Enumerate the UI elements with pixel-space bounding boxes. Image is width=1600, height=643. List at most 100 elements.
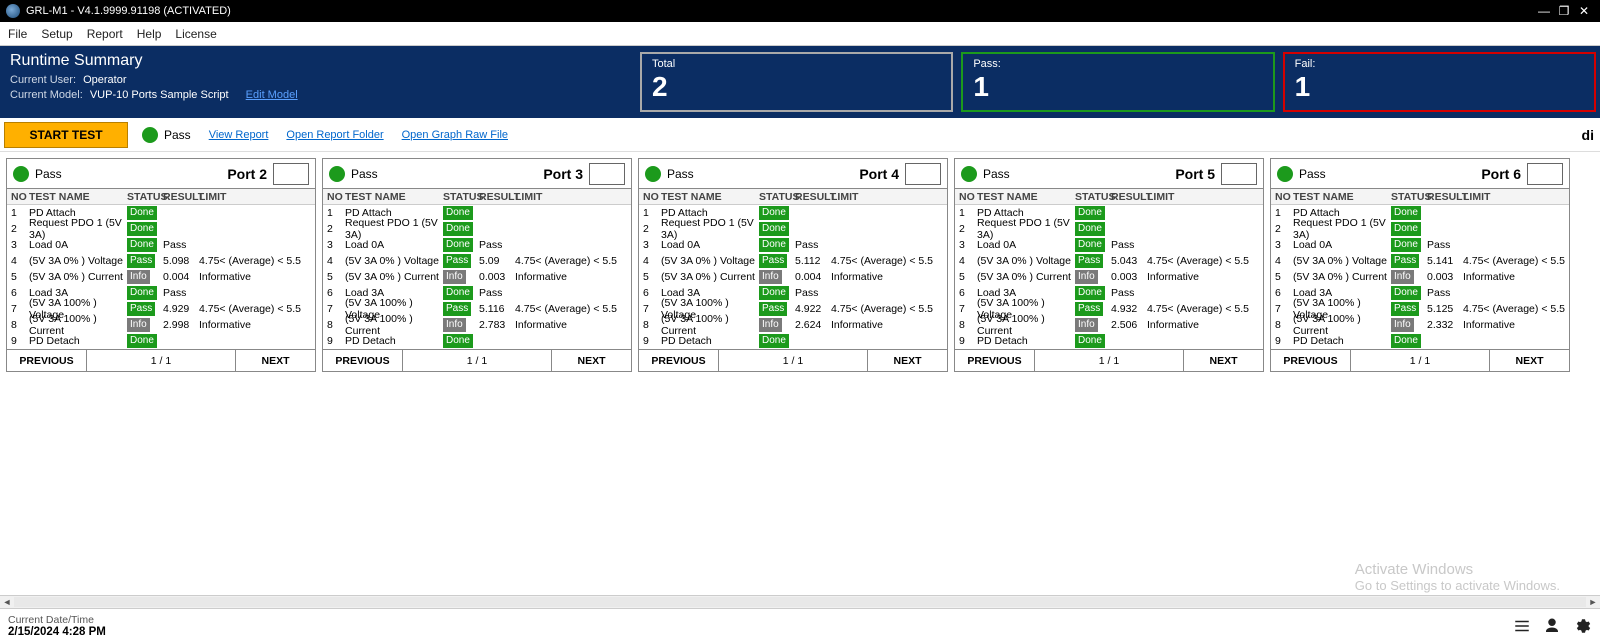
table-row[interactable]: 2Request PDO 1 (5V 3A)Done	[7, 221, 315, 237]
minimize-button[interactable]: —	[1534, 4, 1554, 18]
table-row[interactable]: 3Load 0ADonePass	[323, 237, 631, 253]
row-limit: 4.75< (Average) < 5.5	[1461, 255, 1567, 267]
row-no: 3	[641, 239, 659, 251]
prev-button[interactable]: PREVIOUS	[639, 350, 719, 371]
list-icon[interactable]	[1512, 616, 1532, 636]
table-row[interactable]: 8(5V 3A 100% ) CurrentInfo2.783Informati…	[323, 317, 631, 333]
row-result: 4.929	[161, 303, 197, 315]
table-row[interactable]: 9PD DetachDone	[1271, 333, 1569, 349]
table-row[interactable]: 9PD DetachDone	[955, 333, 1263, 349]
prev-button[interactable]: PREVIOUS	[955, 350, 1035, 371]
menu-license[interactable]: License	[175, 27, 216, 41]
table-row[interactable]: 8(5V 3A 100% ) CurrentInfo2.332Informati…	[1271, 317, 1569, 333]
prev-button[interactable]: PREVIOUS	[323, 350, 403, 371]
row-result: 5.141	[1425, 255, 1461, 267]
start-test-button[interactable]: START TEST	[4, 122, 128, 148]
page-indicator: 1 / 1	[403, 350, 551, 371]
next-button[interactable]: NEXT	[235, 350, 315, 371]
table-row[interactable]: 4(5V 3A 0% ) VoltagePass5.1124.75< (Aver…	[639, 253, 947, 269]
table-row[interactable]: 2Request PDO 1 (5V 3A)Done	[1271, 221, 1569, 237]
table-row[interactable]: 2Request PDO 1 (5V 3A)Done	[639, 221, 947, 237]
table-row[interactable]: 5(5V 3A 0% ) CurrentInfo0.003Informative	[1271, 269, 1569, 285]
table-row[interactable]: 4(5V 3A 0% ) VoltagePass5.1414.75< (Aver…	[1271, 253, 1569, 269]
user-icon[interactable]	[1542, 616, 1562, 636]
row-status: Done	[443, 286, 477, 300]
row-test-name: Load 0A	[975, 239, 1075, 251]
port-input-box[interactable]	[905, 163, 941, 185]
horizontal-scrollbar[interactable]: ◄ ►	[0, 595, 1600, 609]
table-row[interactable]: 5(5V 3A 0% ) CurrentInfo0.004Informative	[639, 269, 947, 285]
scroll-left-icon[interactable]: ◄	[0, 597, 14, 607]
table-row[interactable]: 8(5V 3A 100% ) CurrentInfo2.998Informati…	[7, 317, 315, 333]
port-input-box[interactable]	[273, 163, 309, 185]
row-result: Pass	[793, 239, 829, 251]
table-row[interactable]: 3Load 0ADonePass	[639, 237, 947, 253]
table-row[interactable]: 5(5V 3A 0% ) CurrentInfo0.003Informative	[955, 269, 1263, 285]
row-no: 5	[1273, 271, 1291, 283]
row-test-name: PD Detach	[659, 335, 759, 347]
port-card: PassPort 2NOTEST NAMESTATUSRESULTLIMIT1P…	[6, 158, 316, 372]
port-input-box[interactable]	[1221, 163, 1257, 185]
row-no: 2	[9, 223, 27, 235]
next-button[interactable]: NEXT	[867, 350, 947, 371]
table-row[interactable]: 3Load 0ADonePass	[1271, 237, 1569, 253]
page-indicator: 1 / 1	[1035, 350, 1183, 371]
row-result: 0.004	[161, 271, 197, 283]
menu-report[interactable]: Report	[87, 27, 123, 41]
row-test-name: (5V 3A 0% ) Current	[1291, 271, 1391, 283]
table-row[interactable]: 9PD DetachDone	[639, 333, 947, 349]
table-row[interactable]: 9PD DetachDone	[7, 333, 315, 349]
table-row[interactable]: 2Request PDO 1 (5V 3A)Done	[955, 221, 1263, 237]
row-test-name: Load 0A	[27, 239, 127, 251]
open-graph-raw-link[interactable]: Open Graph Raw File	[402, 129, 508, 141]
row-limit: Informative	[513, 271, 629, 283]
table-row[interactable]: 4(5V 3A 0% ) VoltagePass5.094.75< (Avera…	[323, 253, 631, 269]
maximize-button[interactable]: ❐	[1554, 4, 1574, 18]
next-button[interactable]: NEXT	[1489, 350, 1569, 371]
table-row[interactable]: 3Load 0ADonePass	[7, 237, 315, 253]
port-footer: PREVIOUS1 / 1NEXT	[955, 349, 1263, 371]
row-status: Done	[127, 222, 161, 236]
row-limit: 4.75< (Average) < 5.5	[513, 303, 629, 315]
gear-icon[interactable]	[1572, 616, 1592, 636]
table-row[interactable]: 9PD DetachDone	[323, 333, 631, 349]
table-row[interactable]: 8(5V 3A 100% ) CurrentInfo2.506Informati…	[955, 317, 1263, 333]
row-no: 3	[957, 239, 975, 251]
table-row[interactable]: 5(5V 3A 0% ) CurrentInfo0.003Informative	[323, 269, 631, 285]
table-row[interactable]: 5(5V 3A 0% ) CurrentInfo0.004Informative	[7, 269, 315, 285]
close-button[interactable]: ✕	[1574, 4, 1594, 18]
view-report-link[interactable]: View Report	[209, 129, 269, 141]
table-row[interactable]: 4(5V 3A 0% ) VoltagePass5.0984.75< (Aver…	[7, 253, 315, 269]
port-input-box[interactable]	[1527, 163, 1563, 185]
summary-left: Runtime Summary Current User: Operator C…	[0, 46, 636, 118]
row-status: Pass	[1075, 302, 1109, 316]
menu-help[interactable]: Help	[137, 27, 162, 41]
table-row[interactable]: 2Request PDO 1 (5V 3A)Done	[323, 221, 631, 237]
next-button[interactable]: NEXT	[551, 350, 631, 371]
scroll-right-icon[interactable]: ►	[1586, 597, 1600, 607]
table-row[interactable]: 4(5V 3A 0% ) VoltagePass5.0434.75< (Aver…	[955, 253, 1263, 269]
port-status-dot-icon	[961, 166, 977, 182]
open-report-folder-link[interactable]: Open Report Folder	[286, 129, 383, 141]
row-no: 4	[957, 255, 975, 267]
edit-model-link[interactable]: Edit Model	[246, 89, 298, 101]
prev-button[interactable]: PREVIOUS	[7, 350, 87, 371]
prev-button[interactable]: PREVIOUS	[1271, 350, 1351, 371]
row-test-name: PD Detach	[27, 335, 127, 347]
row-test-name: (5V 3A 0% ) Current	[975, 271, 1075, 283]
row-limit: Informative	[197, 319, 313, 331]
pass-value: 1	[973, 72, 1262, 103]
menu-file[interactable]: File	[8, 27, 27, 41]
row-no: 1	[325, 207, 343, 219]
menu-setup[interactable]: Setup	[41, 27, 72, 41]
row-no: 5	[325, 271, 343, 283]
row-no: 6	[1273, 287, 1291, 299]
port-pf-text: Pass	[983, 167, 1010, 181]
next-button[interactable]: NEXT	[1183, 350, 1263, 371]
table-row[interactable]: 3Load 0ADonePass	[955, 237, 1263, 253]
table-row[interactable]: 8(5V 3A 100% ) CurrentInfo2.624Informati…	[639, 317, 947, 333]
row-status: Done	[1075, 334, 1109, 348]
port-input-box[interactable]	[589, 163, 625, 185]
row-status: Pass	[443, 254, 477, 268]
scroll-track[interactable]	[14, 597, 1586, 607]
